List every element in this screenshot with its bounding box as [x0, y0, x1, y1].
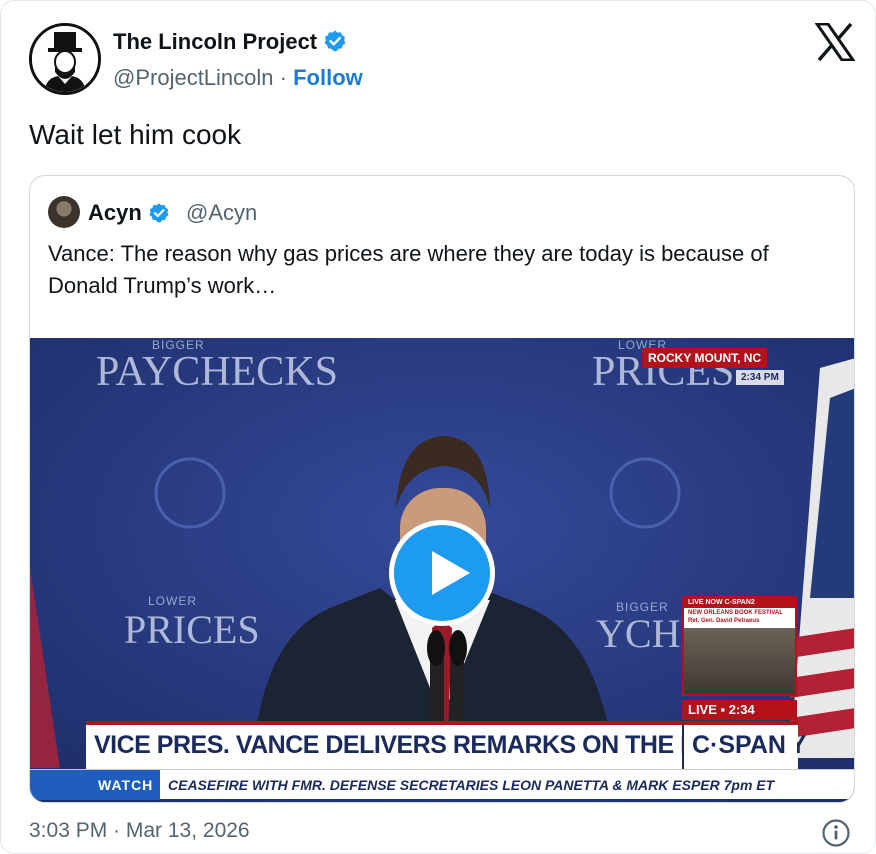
- news-ticker: WATCH CEASEFIRE WITH FMR. DEFENSE SECRET…: [30, 769, 854, 800]
- network-logo-text: C·SPAN: [692, 731, 786, 759]
- verified-badge-icon: [323, 29, 347, 59]
- ticker-watch-label: WATCH: [30, 770, 160, 800]
- pip-scene: [684, 628, 795, 694]
- location-time: 2:34 PM: [736, 370, 784, 385]
- pip-caption-line: Ret. Gen. David Petraeus: [688, 618, 760, 624]
- live-badge: LIVE ▪ 2:34: [682, 700, 797, 720]
- author-handle[interactable]: @ProjectLincoln: [113, 65, 274, 90]
- pip-caption-line: NEW ORLEANS BOOK FESTIVAL: [688, 610, 783, 616]
- quoted-author-name[interactable]: Acyn: [88, 200, 170, 230]
- author-avatar[interactable]: [29, 23, 101, 95]
- quoted-tweet-text: Vance: The reason why gas prices are whe…: [48, 241, 769, 298]
- tweet-text: Wait let him cook: [29, 119, 242, 150]
- quoted-author-handle[interactable]: @Acyn: [186, 200, 257, 226]
- quoted-author-avatar[interactable]: [48, 196, 80, 228]
- author-name[interactable]: The Lincoln Project: [113, 29, 347, 59]
- location-badge: ROCKY MOUNT, NC: [642, 348, 768, 368]
- pip-caption: NEW ORLEANS BOOK FESTIVAL Ret. Gen. Davi…: [684, 608, 795, 628]
- backdrop-text: PRICES: [124, 607, 260, 652]
- picture-in-picture: LIVE NOW C-SPAN2 NEW ORLEANS BOOK FESTIV…: [682, 596, 797, 696]
- handle-separator: ·: [279, 65, 287, 90]
- network-logo: C·SPAN: [682, 721, 797, 769]
- play-icon[interactable]: [389, 520, 495, 626]
- backdrop-text: PAYCHECKS: [96, 349, 339, 395]
- quoted-tweet[interactable]: Acyn @Acyn Vance: The reason why gas pri…: [29, 175, 855, 803]
- ticker-text: CEASEFIRE WITH FMR. DEFENSE SECRETARIES …: [168, 777, 775, 793]
- tweet-timestamp[interactable]: 3:03 PM · Mar 13, 2026: [29, 819, 250, 843]
- info-icon[interactable]: [821, 818, 851, 848]
- pip-header: LIVE NOW C-SPAN2: [684, 598, 795, 608]
- author-handle-row: @ProjectLincoln · Follow: [113, 65, 363, 91]
- quoted-author-name-text[interactable]: Acyn: [88, 200, 142, 225]
- tweet-card: The Lincoln Project @ProjectLincoln · Fo…: [0, 0, 876, 854]
- author-name-text[interactable]: The Lincoln Project: [113, 29, 317, 54]
- x-logo-icon[interactable]: [815, 23, 855, 61]
- video-player[interactable]: BIGGER PAYCHECKS LOWER PRICES LOWER PRIC…: [30, 338, 854, 802]
- verified-badge-icon: [148, 202, 170, 230]
- follow-button[interactable]: Follow: [293, 65, 363, 90]
- lincoln-avatar-icon: [32, 26, 98, 92]
